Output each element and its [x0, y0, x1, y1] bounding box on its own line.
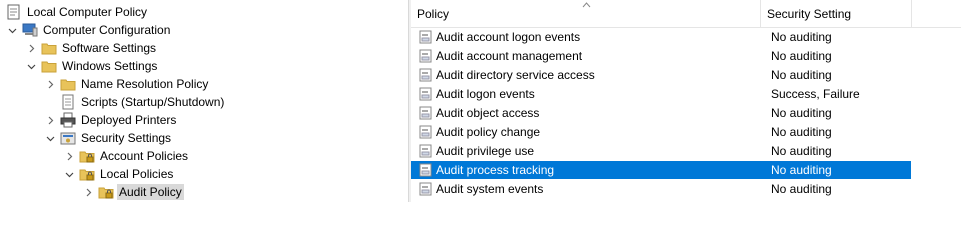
- column-header-security-setting[interactable]: Security Setting: [761, 0, 911, 27]
- policy-setting-icon: [419, 49, 433, 63]
- tree-item-label: Name Resolution Policy: [81, 77, 209, 91]
- tree-item-local-computer-policy[interactable]: Local Computer Policy: [6, 3, 149, 21]
- chevron-down-icon[interactable]: [6, 24, 18, 36]
- tree-item-computer-configuration[interactable]: Computer Configuration: [6, 21, 172, 39]
- policy-name: Audit account logon events: [436, 30, 581, 44]
- security-setting-value: No auditing: [771, 30, 832, 44]
- security-setting-value: No auditing: [771, 68, 832, 82]
- list-row[interactable]: Audit system events No auditing: [411, 180, 911, 198]
- chevron-right-icon[interactable]: [44, 114, 56, 126]
- tree-item-label: Windows Settings: [62, 59, 158, 73]
- policy-setting-icon: [419, 163, 433, 177]
- tree-item-windows-settings[interactable]: Windows Settings: [25, 57, 159, 75]
- policy-setting-icon: [419, 68, 433, 82]
- policy-setting-icon: [419, 125, 433, 139]
- tree-item-audit-policy[interactable]: Audit Policy: [82, 183, 184, 201]
- policy-setting-icon: [419, 182, 433, 196]
- policy-name: Audit directory service access: [436, 68, 595, 82]
- security-setting-value: No auditing: [771, 49, 832, 63]
- column-header-label: Policy: [417, 6, 450, 21]
- secure-folder-icon: [79, 166, 95, 182]
- policy-setting-icon: [419, 87, 433, 101]
- list-row[interactable]: Audit privilege use No auditing: [411, 142, 911, 160]
- security-icon: [60, 130, 76, 146]
- chevron-right-icon[interactable]: [44, 78, 56, 90]
- console-tree: Local Computer Policy Computer Configura…: [0, 0, 408, 202]
- list-row[interactable]: Audit logon events Success, Failure: [411, 85, 911, 103]
- tree-item-account-policies[interactable]: Account Policies: [63, 147, 190, 165]
- security-setting-value: Success, Failure: [771, 87, 860, 101]
- policy-name: Audit logon events: [436, 87, 535, 101]
- column-header-label: Security Setting: [767, 6, 852, 21]
- computer-icon: [22, 22, 38, 38]
- chevron-down-icon[interactable]: [25, 60, 37, 72]
- security-setting-value: No auditing: [771, 182, 832, 196]
- chevron-right-icon[interactable]: [63, 150, 75, 162]
- tree-item-label: Software Settings: [62, 41, 157, 55]
- tree-item-label: Audit Policy: [117, 184, 184, 200]
- list-row[interactable]: Audit account logon events No auditing: [411, 28, 911, 46]
- chevron-right-icon[interactable]: [82, 186, 94, 198]
- policy-doc-icon: [6, 4, 22, 20]
- tree-item-label: Account Policies: [100, 149, 189, 163]
- chevron-down-icon[interactable]: [44, 132, 56, 144]
- folder-icon: [41, 40, 57, 56]
- security-setting-value: No auditing: [771, 106, 832, 120]
- policy-setting-icon: [419, 144, 433, 158]
- policy-name: Audit system events: [436, 182, 544, 196]
- policy-name: Audit process tracking: [436, 163, 555, 177]
- security-setting-value: No auditing: [771, 125, 832, 139]
- policy-list: Policy Security Setting Audit account lo…: [411, 0, 961, 202]
- policy-name: Audit policy change: [436, 125, 541, 139]
- tree-item-local-policies[interactable]: Local Policies: [63, 165, 175, 183]
- script-icon: [60, 94, 76, 110]
- policy-name: Audit account management: [436, 49, 583, 63]
- list-row[interactable]: Audit account management No auditing: [411, 47, 911, 65]
- tree-item-label: Computer Configuration: [43, 23, 171, 37]
- tree-item-security-settings[interactable]: Security Settings: [44, 129, 173, 147]
- policy-name: Audit object access: [436, 106, 540, 120]
- list-header: Policy Security Setting: [411, 0, 961, 28]
- tree-item-label: Local Policies: [100, 167, 174, 181]
- printer-icon: [60, 112, 76, 128]
- list-row[interactable]: Audit object access No auditing: [411, 104, 911, 122]
- secure-folder-icon: [98, 184, 114, 200]
- sort-ascending-icon: [582, 0, 591, 10]
- tree-item-software-settings[interactable]: Software Settings: [25, 39, 158, 57]
- policy-setting-icon: [419, 106, 433, 120]
- column-divider[interactable]: [911, 0, 912, 27]
- list-row[interactable]: Audit directory service access No auditi…: [411, 66, 911, 84]
- security-setting-value: No auditing: [771, 144, 832, 158]
- tree-item-deployed-printers[interactable]: Deployed Printers: [44, 111, 178, 129]
- security-setting-value: No auditing: [771, 163, 832, 177]
- policy-setting-icon: [419, 30, 433, 44]
- tree-item-scripts[interactable]: Scripts (Startup/Shutdown): [60, 93, 226, 111]
- tree-item-label: Deployed Printers: [81, 113, 177, 127]
- tree-item-label: Scripts (Startup/Shutdown): [81, 95, 225, 109]
- secure-folder-icon: [79, 148, 95, 164]
- chevron-right-icon[interactable]: [25, 42, 37, 54]
- folder-icon: [60, 76, 76, 92]
- tree-item-name-resolution-policy[interactable]: Name Resolution Policy: [44, 75, 210, 93]
- chevron-down-icon[interactable]: [63, 168, 75, 180]
- list-row-selected[interactable]: Audit process tracking No auditing: [411, 161, 911, 179]
- folder-icon: [41, 58, 57, 74]
- tree-item-label: Local Computer Policy: [27, 5, 148, 19]
- tree-item-label: Security Settings: [81, 131, 172, 145]
- list-row[interactable]: Audit policy change No auditing: [411, 123, 911, 141]
- policy-name: Audit privilege use: [436, 144, 535, 158]
